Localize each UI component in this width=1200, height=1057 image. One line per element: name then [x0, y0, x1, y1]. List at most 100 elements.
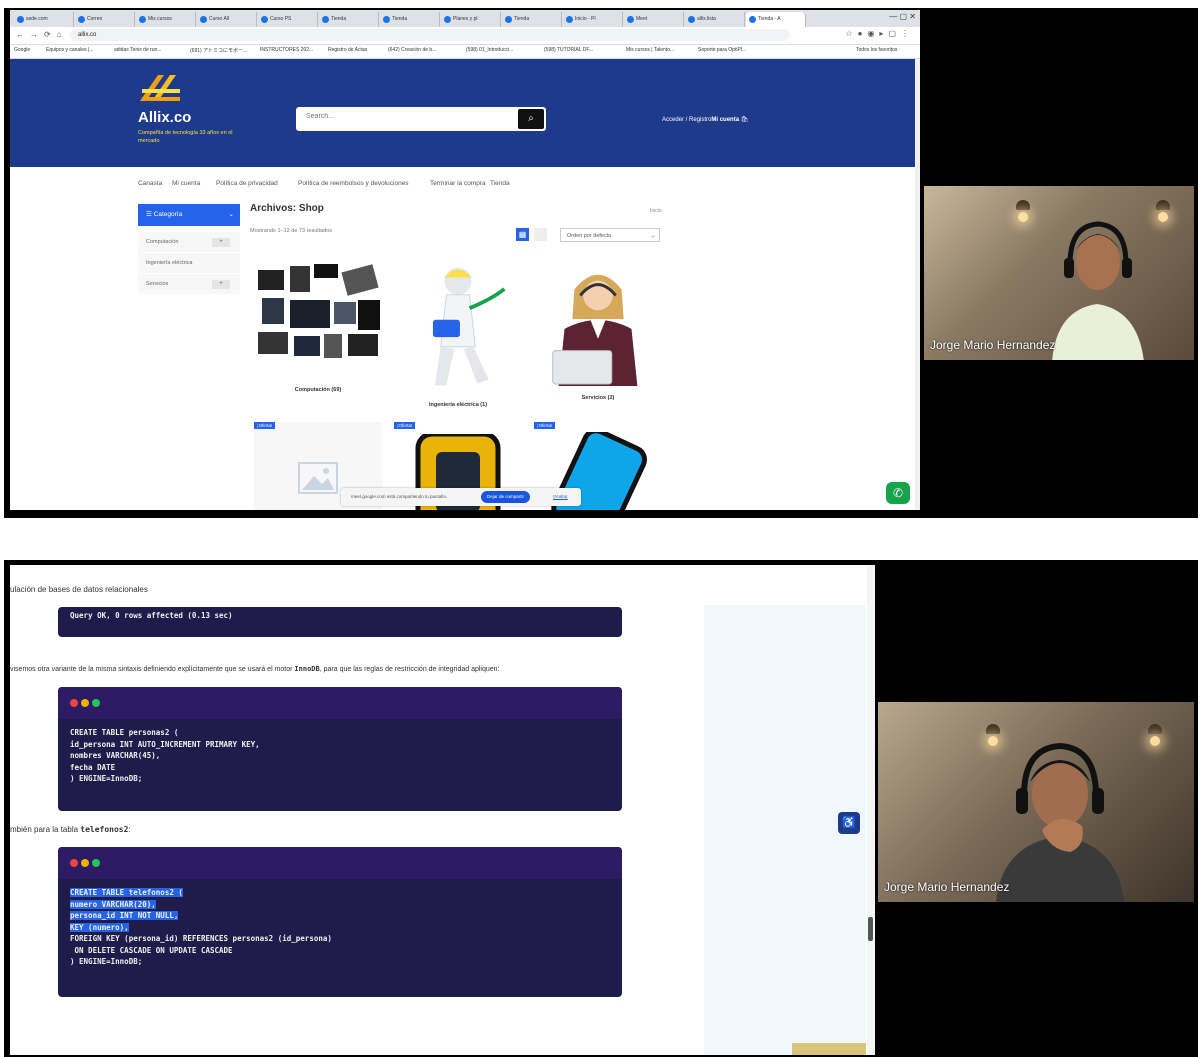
green-dot-icon	[92, 859, 100, 867]
lamp-glow	[1150, 736, 1160, 746]
browser-tab[interactable]: Correo	[75, 12, 135, 27]
tab-favicon-icon	[322, 16, 329, 23]
category-item-ingenieria[interactable]: Ingeniería eléctrica	[138, 253, 240, 274]
product-card-computacion[interactable]: Computación (69)	[254, 260, 382, 393]
offer-badge: ¡Oferta!	[534, 422, 556, 429]
tab-label: sede.com	[26, 16, 48, 22]
code-text: Query OK, 0 rows affected (0.13 sec)	[70, 611, 233, 620]
red-dot-icon	[70, 699, 78, 707]
browser-tab[interactable]: Tienda	[380, 12, 440, 27]
expand-icon[interactable]: +	[212, 238, 230, 247]
list-view-button[interactable]	[534, 228, 547, 241]
whatsapp-icon[interactable]: ✆	[886, 482, 910, 504]
browser-tab[interactable]: Inicio - Pl	[563, 12, 623, 27]
url-field[interactable]: allix.co	[70, 29, 790, 41]
tab-label: Meet	[636, 16, 648, 22]
bookmark-item[interactable]: Registro de Actas	[328, 47, 367, 53]
document-scrollbar[interactable]	[867, 565, 875, 1055]
browser-tab[interactable]: Planes y pl	[441, 12, 501, 27]
paragraph-telefonos: mbién para la tabla telefonos2:	[10, 825, 131, 834]
extension-icons[interactable]: ☆●◉▸▢⋮	[845, 29, 914, 38]
tab-favicon-icon	[749, 16, 756, 23]
grid-view-button[interactable]: ▦	[516, 228, 529, 241]
navigation-icons[interactable]: ←→⟳⌂	[16, 30, 68, 39]
scrollbar-thumb[interactable]	[868, 917, 873, 941]
participant-video-top: Jorge Mario Hernandez	[924, 186, 1194, 360]
hide-share-link[interactable]: Ocultar	[553, 488, 568, 506]
lamp-icon	[1016, 200, 1030, 210]
bookmark-item[interactable]: Google	[14, 47, 30, 53]
result-count: Mostrando 1–12 de 73 resultados	[250, 228, 332, 234]
tab-favicon-icon	[383, 16, 390, 23]
tab-label: Inicio - Pl	[575, 16, 596, 22]
category-header[interactable]: ☰ Categoría ⌄	[138, 204, 240, 226]
browser-tab[interactable]: Curso All	[197, 12, 257, 27]
page-scrollbar[interactable]	[915, 59, 920, 510]
bookmark-item[interactable]: Soporte para OptiPl...	[698, 47, 746, 53]
bookmark-item[interactable]: Todos los favoritos	[856, 47, 897, 53]
grid-icon: ▦	[518, 230, 527, 239]
nav-link[interactable]: Política de reembolsos y devoluciones	[298, 180, 409, 187]
browser-tab[interactable]: Tienda - A	[746, 12, 806, 27]
logo-text[interactable]: Allix.co	[138, 109, 191, 126]
search-icon: ⌕	[528, 113, 534, 124]
bookmark-item[interactable]: adidas Tenis de run...	[114, 47, 161, 53]
browser-tab[interactable]: Tienda	[319, 12, 379, 27]
accessibility-button[interactable]: ♿	[838, 812, 860, 834]
share-notice: meet.google.com está compartiendo tu pan…	[351, 494, 448, 499]
breadcrumb[interactable]: Inicio	[650, 208, 662, 214]
browser-tab[interactable]: Meet	[624, 12, 684, 27]
bookmark-item[interactable]: (642) Creación de b...	[388, 47, 436, 53]
footer-button[interactable]	[792, 1043, 866, 1055]
code-window-header	[58, 847, 622, 879]
bookmark-item[interactable]: (691) アトミコにモボー...	[190, 47, 247, 54]
browser-tab[interactable]: allix.lista	[685, 12, 745, 27]
tab-label: Tienda	[514, 16, 530, 22]
yellow-dot-icon	[81, 699, 89, 707]
code-block-result: Query OK, 0 rows affected (0.13 sec)	[58, 607, 622, 637]
logo-icon[interactable]	[138, 71, 184, 105]
nav-link[interactable]: Tienda	[490, 180, 510, 187]
paragraph-innodb: visemos otra variante de la misma sintax…	[10, 665, 500, 673]
code-text[interactable]: CREATE TABLE telefonos2 (numero VARCHAR(…	[58, 879, 622, 976]
nav-link[interactable]: Mi cuenta	[172, 180, 200, 187]
tab-favicon-icon	[505, 16, 512, 23]
stop-sharing-button[interactable]: Dejar de compartir	[481, 491, 531, 503]
browser-tab[interactable]: Curso PS	[258, 12, 318, 27]
account-link[interactable]: Acceder / RegistroMi cuenta 🛍	[662, 116, 748, 123]
tab-label: Mis cursos	[148, 16, 172, 22]
bookmark-item[interactable]: (598) TUTORIAL DF...	[544, 47, 593, 53]
search-input[interactable]	[304, 112, 508, 121]
bookmark-item[interactable]: (598) 01_Introducci...	[466, 47, 513, 53]
code-line: FOREIGN KEY (persona_id) REFERENCES pers…	[70, 934, 332, 943]
computers-image	[258, 264, 380, 358]
window-controls[interactable]: — ▢ ✕	[889, 12, 916, 21]
code-line: nombres VARCHAR(45),	[70, 751, 161, 760]
bookmark-item[interactable]: Mis cursos | Talento...	[626, 47, 674, 53]
category-item-servicios[interactable]: Servicios +	[138, 274, 240, 295]
nav-link[interactable]: Política de privacidad	[216, 180, 278, 187]
search-button[interactable]: ⌕	[518, 109, 544, 129]
browser-tab[interactable]: Tienda	[502, 12, 562, 27]
category-item-computacion[interactable]: Computación +	[138, 232, 240, 253]
chevron-down-icon: ⌄	[228, 211, 234, 218]
nav-link[interactable]: Canasta	[138, 180, 162, 187]
bookmark-item[interactable]: INSTRUCTORES 202...	[260, 47, 313, 53]
product-card-ingenieria[interactable]: Ingeniería eléctrica (1)	[394, 260, 522, 408]
screen-share-bar: meet.google.com está compartiendo tu pan…	[341, 488, 581, 506]
orderby-select[interactable]: Orden por defecto ⌄	[560, 228, 660, 242]
code-line: ON DELETE CASCADE ON UPDATE CASCADE	[70, 945, 233, 955]
product-card-servicios[interactable]: Servicios (2)	[534, 260, 662, 401]
tab-favicon-icon	[688, 16, 695, 23]
browser-tab[interactable]: sede.com	[14, 12, 74, 27]
tab-label: Tienda	[392, 16, 408, 22]
code-line: ) ENGINE=InnoDB;	[70, 774, 143, 783]
browser-tab[interactable]: Mis cursos	[136, 12, 196, 27]
nav-link[interactable]: Terminar la compra	[430, 180, 486, 187]
accessibility-icon: ♿	[842, 817, 856, 829]
tab-favicon-icon	[627, 16, 634, 23]
bookmark-item[interactable]: Equipos y canales |...	[46, 47, 93, 53]
expand-icon[interactable]: +	[212, 280, 230, 289]
inline-code: InnoDB	[294, 665, 320, 673]
lamp-icon	[1148, 724, 1162, 734]
